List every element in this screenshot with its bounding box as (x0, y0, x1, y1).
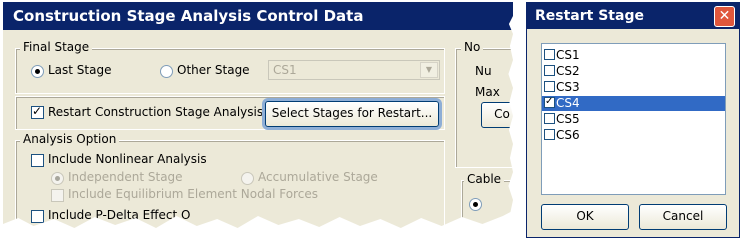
stage-checkbox[interactable] (544, 129, 555, 140)
ok-button[interactable]: OK (541, 204, 629, 230)
last-stage-label[interactable]: Last Stage (48, 63, 112, 77)
final-stage-legend: Final Stage (20, 40, 93, 54)
restart-stage-dialog: Restart Stage ✕ CS1 CS2 CS3 CS4 CS5 CS6 OK Ca… (526, 2, 740, 238)
pdelta-checkbox[interactable] (31, 210, 44, 223)
stage-label: CS3 (556, 80, 580, 94)
chevron-down-icon[interactable]: ▼ (420, 62, 438, 78)
construction-stage-dialog: Construction Stage Analysis Control Data… (3, 2, 513, 228)
stage-checkbox[interactable] (544, 96, 555, 108)
independent-stage-radio[interactable] (51, 172, 64, 185)
stage-combo[interactable]: CS1 ▼ (268, 60, 440, 80)
stage-combo-value: CS1 (273, 63, 297, 77)
stage-checkbox[interactable] (544, 49, 555, 60)
nonlinear-label[interactable]: Include Nonlinear Analysis (48, 152, 207, 166)
accumulative-stage-label: Accumulative Stage (258, 170, 378, 184)
stage-list-item[interactable]: CS5 (542, 112, 725, 127)
equilibrium-label: Include Equilibrium Element Nodal Forces (68, 187, 318, 201)
stage-checkbox[interactable] (544, 65, 555, 76)
right-line-2: Max (475, 85, 500, 99)
cancel-button[interactable]: Cancel (639, 204, 727, 230)
stage-label: CS4 (556, 96, 580, 110)
right-partial-button[interactable]: Co (481, 102, 513, 128)
equilibrium-checkbox[interactable] (51, 189, 64, 202)
restart-dialog-title: Restart Stage (527, 3, 739, 29)
pdelta-label[interactable]: Include P-Delta Effect O (48, 208, 190, 222)
stage-list-item[interactable]: CS4 (542, 96, 725, 111)
other-stage-radio[interactable] (160, 65, 173, 78)
nonlinear-checkbox[interactable] (31, 154, 44, 167)
cable-group (461, 180, 513, 228)
close-icon[interactable]: ✕ (714, 6, 735, 27)
stage-list-item[interactable]: CS3 (542, 80, 725, 95)
cable-radio[interactable] (469, 198, 482, 211)
stage-label: CS5 (556, 112, 580, 126)
stage-list-item[interactable]: CS1 (542, 48, 725, 63)
right-group-legend: No (461, 40, 484, 54)
dialog-title: Construction Stage Analysis Control Data (3, 2, 513, 30)
stage-label: CS6 (556, 128, 580, 142)
stage-label: CS2 (556, 64, 580, 78)
accumulative-stage-radio[interactable] (241, 172, 254, 185)
restart-label[interactable]: Restart Construction Stage Analysis (48, 105, 263, 119)
stage-list-item[interactable]: CS2 (542, 64, 725, 79)
stage-checkbox[interactable] (544, 113, 555, 124)
cable-legend: Cable (464, 172, 505, 186)
other-stage-label[interactable]: Other Stage (177, 63, 250, 77)
analysis-option-legend: Analysis Option (20, 132, 120, 146)
select-stages-button[interactable]: Select Stages for Restart... (265, 101, 439, 127)
last-stage-radio[interactable] (31, 65, 44, 78)
stage-listbox[interactable]: CS1 CS2 CS3 CS4 CS5 CS6 (541, 43, 726, 195)
stage-label: CS1 (556, 48, 580, 62)
restart-checkbox[interactable] (31, 104, 44, 119)
independent-stage-label: Independent Stage (68, 170, 183, 184)
stage-list-item[interactable]: CS6 (542, 128, 725, 143)
stage-checkbox[interactable] (544, 81, 555, 92)
right-line-1: Nu (475, 64, 492, 78)
